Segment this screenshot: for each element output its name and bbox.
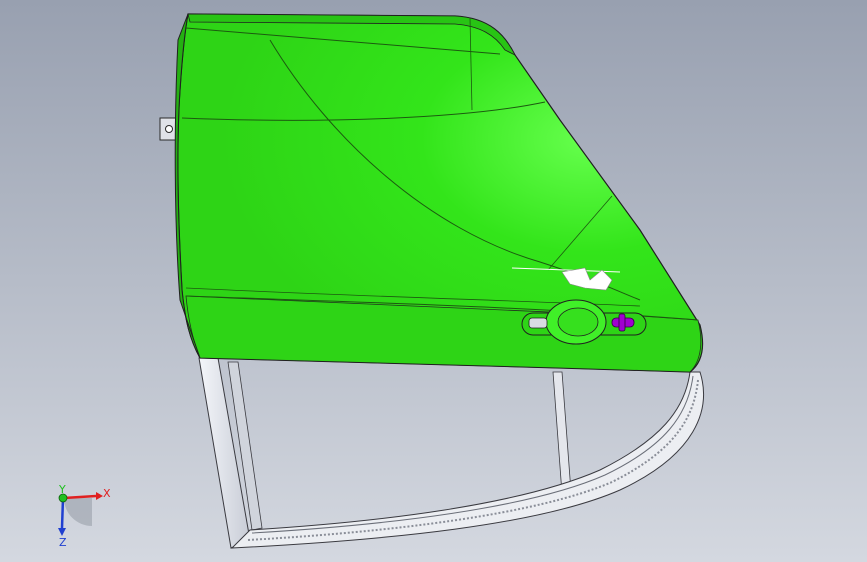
triad-x-label: X: [103, 487, 111, 500]
triad-y-label: Y: [58, 483, 66, 496]
model-canvas[interactable]: X Y Z: [0, 0, 867, 562]
handle-cup-inner: [557, 307, 599, 337]
triad-z-label: Z: [59, 536, 67, 549]
triad-z-axis: [60, 497, 65, 529]
key-cylinder: [528, 317, 548, 329]
graphics-viewport[interactable]: X Y Z: [0, 0, 867, 562]
